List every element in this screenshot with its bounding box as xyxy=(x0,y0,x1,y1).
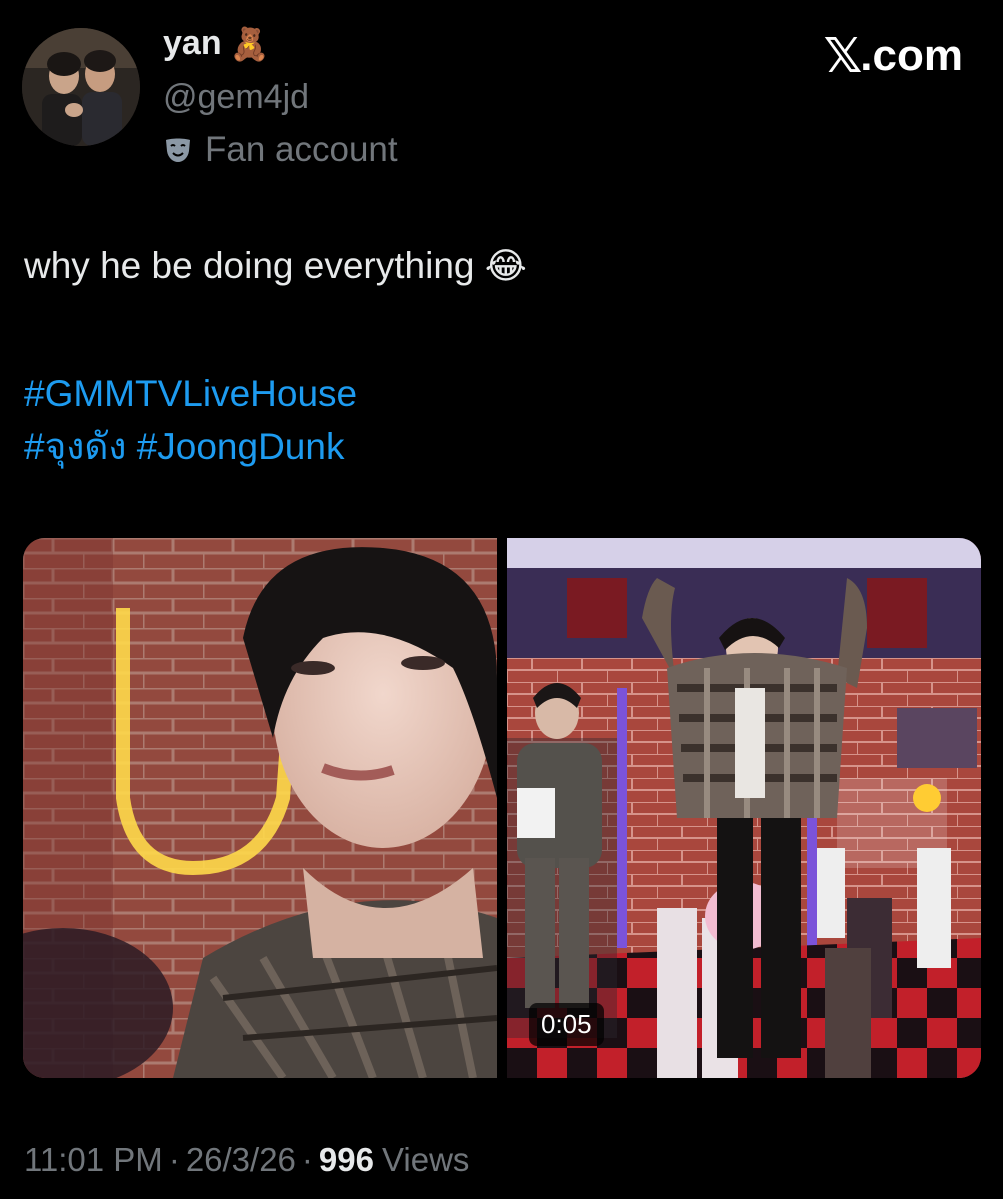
tweet-text: why he be doing everything xyxy=(24,245,475,286)
author-handle[interactable]: @gem4jd xyxy=(163,78,309,117)
laughing-emoji: 😂 xyxy=(484,245,527,286)
teddy-bear-emoji: 🧸 xyxy=(229,25,270,62)
tweet-metadata: 11:01 PM · 26/3/26 · 996 Views xyxy=(24,1141,469,1179)
fan-account-badge: Fan account xyxy=(163,130,398,170)
tweet-header: yan 🧸 @gem4jd Fan account 𝕏 .com xyxy=(0,0,1003,200)
photo-image xyxy=(23,538,497,1078)
x-logo-text: .com xyxy=(860,31,963,80)
tweet-body-text: why he be doing everything 😂 xyxy=(24,244,527,288)
hashtag-thai[interactable]: #จุงดัง xyxy=(24,426,126,467)
avatar[interactable] xyxy=(22,28,140,146)
media-video[interactable]: 0:05 xyxy=(507,538,981,1078)
avatar-image xyxy=(22,28,140,146)
separator: · xyxy=(301,1141,313,1178)
tweet-date[interactable]: 26/3/26 xyxy=(186,1141,296,1179)
tweet-media: 0:05 xyxy=(23,538,981,1078)
separator: · xyxy=(168,1141,180,1178)
video-thumbnail xyxy=(507,538,981,1078)
hashtag-joongdunk[interactable]: #JoongDunk xyxy=(137,426,345,467)
media-photo[interactable] xyxy=(23,538,497,1078)
hashtag-list: #GMMTVLiveHouse #จุงดัง #JoongDunk xyxy=(24,367,357,473)
author-name-row[interactable]: yan 🧸 xyxy=(163,24,269,63)
badge-label: Fan account xyxy=(205,130,398,169)
theater-mask-icon xyxy=(166,138,190,162)
views-label: Views xyxy=(381,1141,470,1178)
x-logo-icon: 𝕏 xyxy=(823,30,863,83)
tweet-time[interactable]: 11:01 PM xyxy=(24,1141,163,1179)
video-duration: 0:05 xyxy=(529,1003,604,1046)
views-count: 996 xyxy=(318,1141,374,1178)
hashtag-gmmtvlivehouse[interactable]: #GMMTVLiveHouse xyxy=(24,373,357,414)
author-display-name[interactable]: yan xyxy=(163,24,222,63)
x-logo: 𝕏 .com xyxy=(824,28,963,84)
